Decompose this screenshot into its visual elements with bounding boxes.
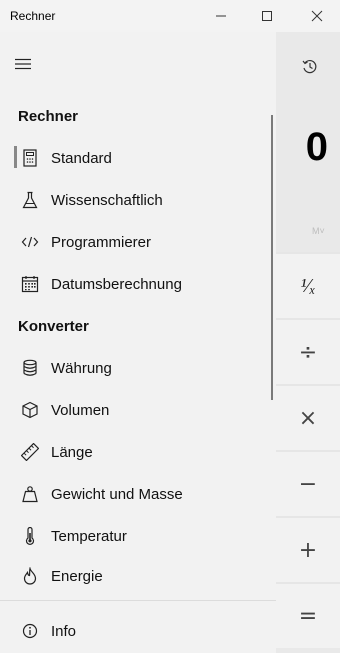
nav-item-label: Temperatur [51, 527, 127, 545]
nav-divider [0, 600, 276, 601]
hamburger-icon [15, 58, 31, 70]
nav-item-wissenschaftlich[interactable]: Wissenschaftlich [0, 180, 276, 220]
nav-item-label: Länge [51, 443, 93, 461]
maximize-icon [262, 11, 272, 21]
nav-item-label: Energie [51, 567, 103, 585]
nav-item-label: Gewicht und Masse [51, 485, 183, 503]
nav-item-label: Programmierer [51, 233, 152, 251]
memory-dropdown[interactable]: M˅ [312, 226, 325, 236]
nav-item-label: Volumen [51, 401, 110, 419]
subtract-key[interactable]: − [276, 450, 340, 516]
nav-item-label: Datumsberechnung [51, 275, 182, 293]
nav-item-label: Info [51, 622, 77, 640]
reciprocal-key[interactable]: ¹⁄ₓ [276, 252, 340, 318]
nav-item-laenge[interactable]: Länge [0, 432, 276, 472]
add-key[interactable]: + [276, 516, 340, 582]
section-header-konverter: Konverter [18, 318, 89, 335]
nav-item-programmierer[interactable]: Programmierer [0, 222, 276, 262]
nav-item-label: Währung [51, 359, 112, 377]
cube-icon [20, 400, 40, 420]
result-display: 0 [305, 125, 328, 169]
title-bar: Rechner [0, 0, 340, 32]
calculator-icon [20, 148, 40, 168]
app-title: Rechner [10, 9, 56, 23]
history-icon [302, 59, 317, 74]
thermometer-icon [20, 526, 40, 546]
multiply-key[interactable]: × [276, 384, 340, 450]
section-header-rechner: Rechner [18, 108, 79, 125]
info-icon [20, 621, 40, 641]
history-button[interactable] [295, 52, 325, 82]
nav-item-standard[interactable]: Standard [0, 138, 276, 178]
minimize-button[interactable] [198, 0, 244, 32]
ruler-icon [20, 442, 40, 462]
equals-key[interactable]: = [276, 582, 340, 648]
nav-item-label: Wissenschaftlich [51, 191, 163, 209]
calculator-window: Rechner 0 M˅ ¹⁄ₓ ÷ × − + = Rechner Stand… [0, 0, 340, 653]
nav-item-info[interactable]: Info [0, 611, 276, 651]
divide-key[interactable]: ÷ [276, 318, 340, 384]
nav-item-datumsberechnung[interactable]: Datumsberechnung [0, 264, 276, 304]
nav-item-temperatur[interactable]: Temperatur [0, 516, 276, 556]
nav-item-energie[interactable]: Energie [0, 556, 276, 596]
menu-button[interactable] [8, 52, 38, 76]
close-icon [311, 10, 323, 22]
flame-icon [20, 566, 40, 586]
nav-item-gewicht[interactable]: Gewicht und Masse [0, 474, 276, 514]
code-icon [20, 232, 40, 252]
maximize-button[interactable] [244, 0, 290, 32]
weight-icon [20, 484, 40, 504]
close-button[interactable] [294, 0, 340, 32]
calendar-icon [20, 274, 40, 294]
nav-item-waehrung[interactable]: Währung [0, 348, 276, 388]
flask-icon [20, 190, 40, 210]
nav-item-label: Standard [51, 149, 112, 167]
coins-icon [20, 358, 40, 378]
nav-item-volumen[interactable]: Volumen [0, 390, 276, 430]
minimize-icon [216, 15, 226, 17]
